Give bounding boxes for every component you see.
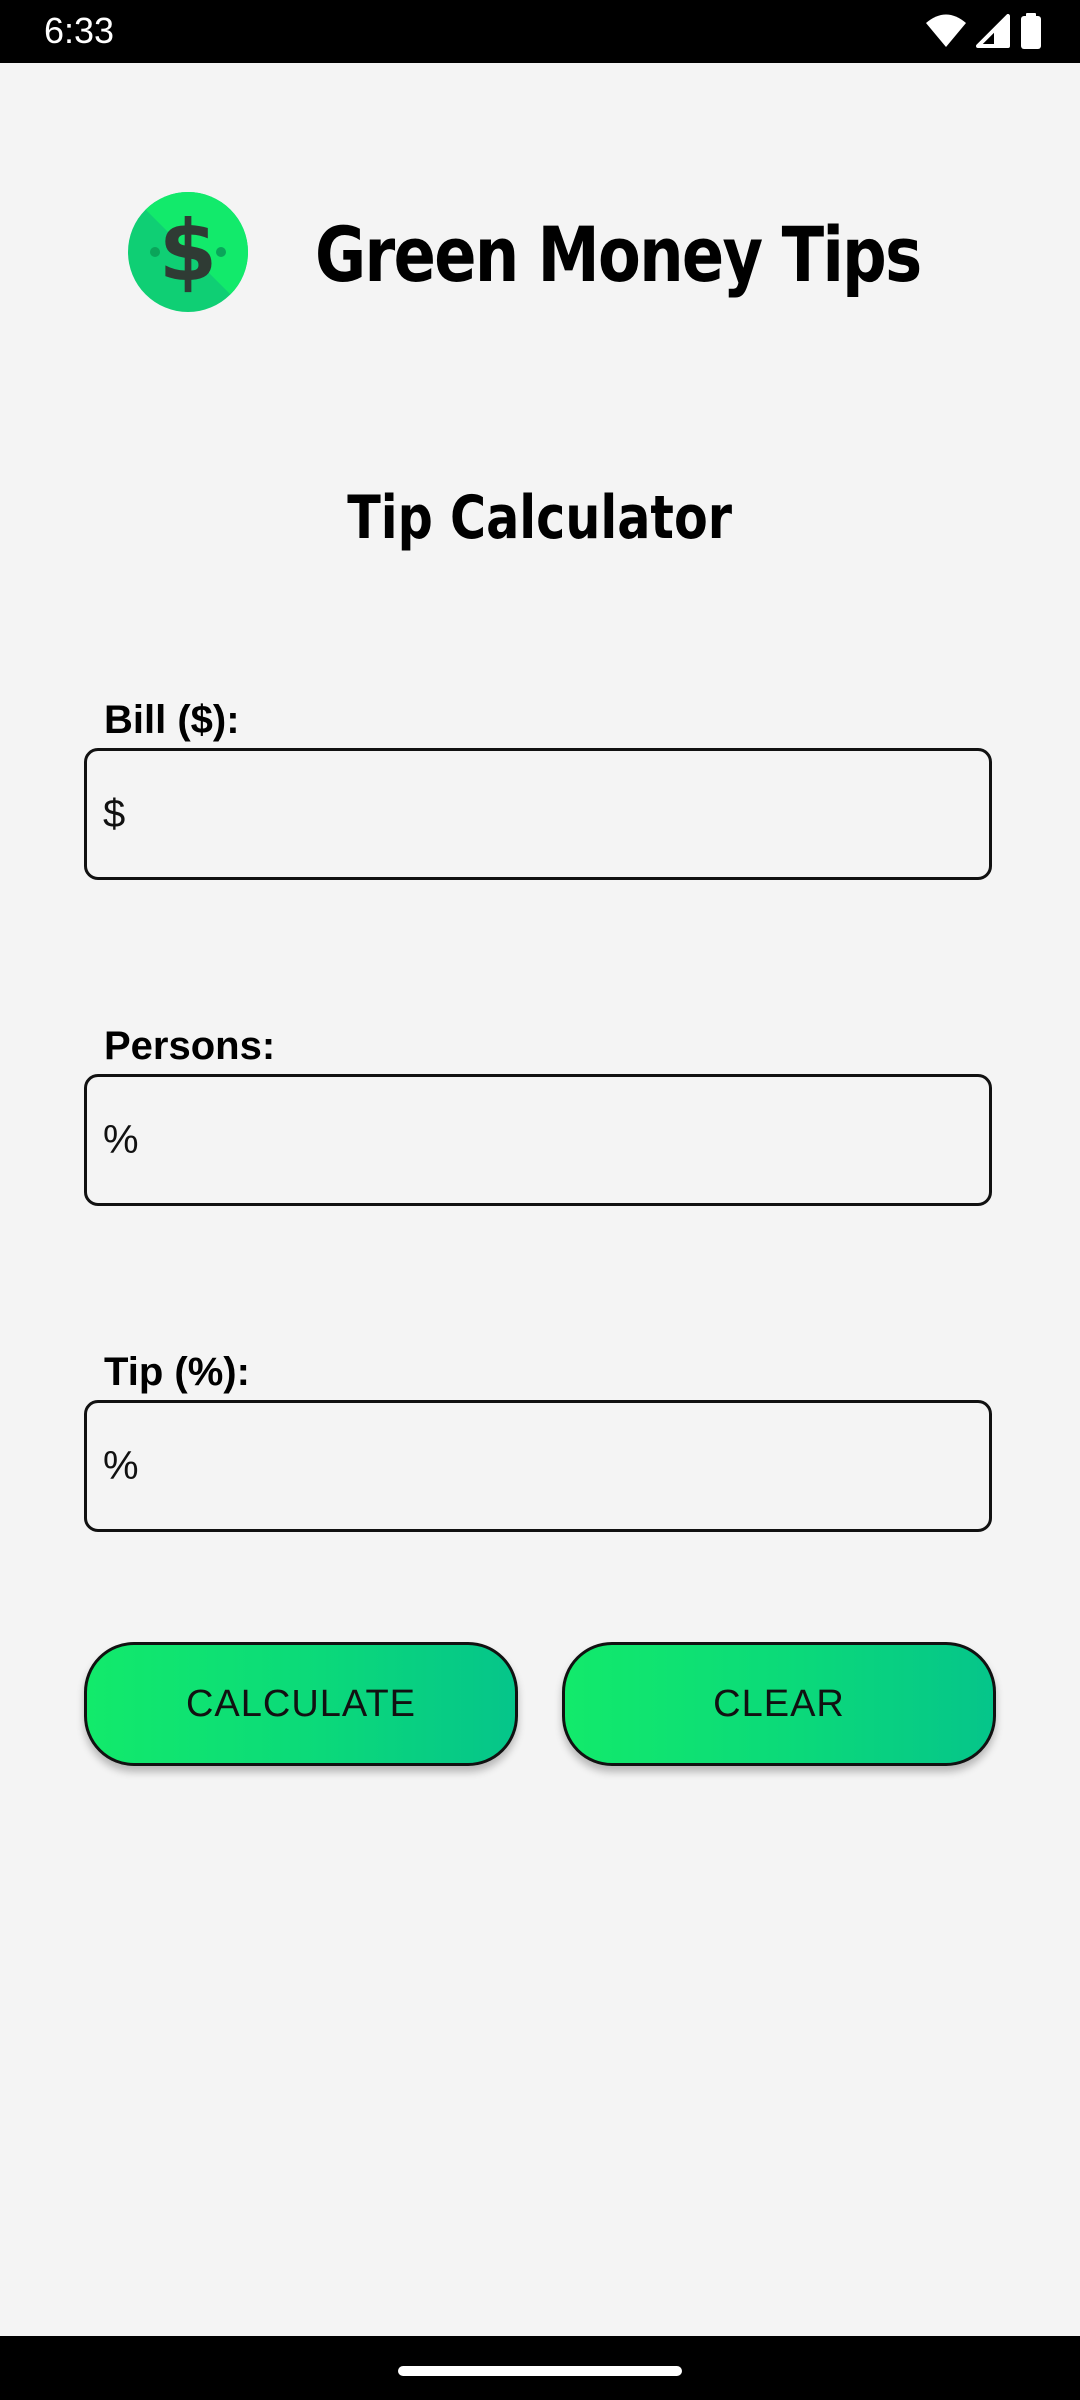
persons-label: Persons: [104,1024,276,1068]
calculate-button[interactable]: CALCULATE [84,1642,518,1766]
page-title-text: Tip Calculator [347,483,733,553]
app-screen: 6:33 $ Green Money Tips Tip Calculator B… [0,0,1080,2400]
tip-field[interactable] [84,1400,992,1532]
signal-icon [976,14,1010,48]
battery-icon [1020,13,1042,49]
persons-field[interactable] [84,1074,992,1206]
home-gesture-handle[interactable] [398,2366,682,2376]
bill-input[interactable] [87,751,989,877]
wifi-icon [926,14,966,48]
page-title: Tip Calculator [0,478,1080,558]
tip-input[interactable] [87,1403,989,1529]
persons-input[interactable] [87,1077,989,1203]
status-icons [926,12,1042,50]
bill-label: Bill ($): [104,698,240,742]
app-title: Green Money Tips [315,210,922,299]
svg-text:$: $ [159,202,217,300]
bill-field[interactable] [84,748,992,880]
clear-button[interactable]: CLEAR [562,1642,996,1766]
status-bar: 6:33 [0,0,1080,63]
status-time: 6:33 [44,10,115,51]
dollar-coin-icon: $ [128,192,248,312]
tip-label: Tip (%): [104,1350,250,1394]
